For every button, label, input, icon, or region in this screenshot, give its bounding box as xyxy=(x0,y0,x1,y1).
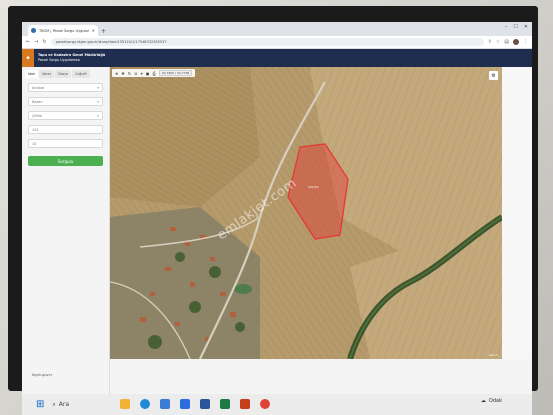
coordinate-readout: 29.7905 / 32.7766 xyxy=(158,70,193,76)
parcel-label: 101/10 xyxy=(308,185,319,189)
word-icon[interactable] xyxy=(200,399,210,409)
close-window-icon[interactable]: ✕ xyxy=(524,24,528,30)
bookmark-star-icon[interactable]: ☆ xyxy=(496,39,500,45)
chevron-down-icon: ▾ xyxy=(97,113,99,118)
block-number-value: 101 xyxy=(32,127,39,132)
map-toolbar: ⊕ ✥ ↻ ⊘ ⌖ ▣ ⎙ 29.7905 / 32.7766 xyxy=(112,69,196,77)
photo-background: TKGM | Parsel Sorgu Uygulama... ✕ + – ☐ … xyxy=(0,0,553,415)
satellite-imagery xyxy=(110,67,502,359)
map-scale: 100 m xyxy=(488,353,498,357)
pan-icon[interactable]: ✥ xyxy=(121,71,124,76)
app-title: Tapu ve Kadastro Genel Müdürlüğü Parsel … xyxy=(38,53,105,63)
tab-adres[interactable]: Adres xyxy=(39,70,55,78)
excel-icon[interactable] xyxy=(220,399,230,409)
new-tab-button[interactable]: + xyxy=(101,28,106,35)
taskbar-search[interactable]: ⌕ Ara xyxy=(52,401,69,409)
address-bar: ← → ↻ parselsorgu.tkgm.gov.tr/#ara/idari… xyxy=(22,36,532,49)
neighborhood-value: Çiftlik xyxy=(32,113,42,118)
app-header: ⬥ Tapu ve Kadastro Genel Müdürlüğü Parse… xyxy=(22,49,532,67)
window-controls: – ☐ ✕ xyxy=(505,24,528,30)
below-map-area xyxy=(110,359,532,394)
windows-start-icon[interactable]: ⊞ xyxy=(36,399,44,410)
district-select[interactable]: Kazan ▾ xyxy=(28,97,103,106)
powerpoint-icon[interactable] xyxy=(240,399,250,409)
edge-icon[interactable] xyxy=(140,399,150,409)
extensions-icon[interactable]: ▤ xyxy=(504,39,509,45)
weather-label: Odak xyxy=(488,398,502,404)
locate-icon[interactable]: ⌖ xyxy=(140,71,142,76)
district-value: Kazan xyxy=(32,99,43,104)
chrome-icon[interactable] xyxy=(260,399,270,409)
store-icon[interactable] xyxy=(160,399,170,409)
clear-icon[interactable]: ⊘ xyxy=(134,71,137,76)
browser-tab[interactable]: TKGM | Parsel Sorgu Uygulama... ✕ xyxy=(28,25,98,36)
reload-icon[interactable]: ↻ xyxy=(42,39,46,45)
close-tab-icon[interactable]: ✕ xyxy=(92,28,95,33)
province-value: Ankara xyxy=(32,85,45,90)
province-select[interactable]: Ankara ▾ xyxy=(28,83,103,92)
parcel-number-value: 10 xyxy=(32,141,37,146)
weather-icon: ☁ xyxy=(480,398,486,404)
neighborhood-select[interactable]: Çiftlik ▾ xyxy=(28,111,103,120)
zoom-in-icon[interactable]: ⊕ xyxy=(115,71,118,76)
refresh-icon[interactable]: ↻ xyxy=(128,71,131,76)
gear-icon[interactable]: ⚙ xyxy=(489,71,498,80)
screen: TKGM | Parsel Sorgu Uygulama... ✕ + – ☐ … xyxy=(22,22,532,394)
windows-taskbar: ⊞ ⌕ Ara ☁ Odak xyxy=(22,394,532,415)
forward-icon[interactable]: → xyxy=(34,39,38,45)
back-icon[interactable]: ← xyxy=(26,39,30,45)
sidebar-tabs: İdari Adres Dosya Coğrafi xyxy=(22,67,109,78)
layers-icon[interactable]: ▣ xyxy=(146,71,150,76)
header-line2: Parsel Sorgu Uygulaması xyxy=(38,58,81,62)
tab-bar: TKGM | Parsel Sorgu Uygulama... ✕ + – ☐ … xyxy=(22,22,532,36)
satellite-map[interactable]: 101/10 emlakjet.com ⊕ ✥ ↻ ⊘ ⌖ ▣ ⎙ 29.790… xyxy=(110,67,502,359)
print-icon[interactable]: ⎙ xyxy=(152,71,155,76)
tab-cografi[interactable]: Coğrafi xyxy=(72,70,90,78)
taskbar-apps xyxy=(120,399,270,409)
menu-kebab-icon[interactable]: ⋮ xyxy=(523,39,528,45)
chevron-down-icon: ▾ xyxy=(97,85,99,90)
minimize-icon[interactable]: – xyxy=(505,24,508,30)
tab-dosya[interactable]: Dosya xyxy=(55,70,72,78)
profile-avatar[interactable] xyxy=(513,39,519,45)
share-icon[interactable]: ⇪ xyxy=(488,39,492,45)
file-explorer-icon[interactable] xyxy=(120,399,130,409)
mail-icon[interactable] xyxy=(180,399,190,409)
search-label: Ara xyxy=(58,401,70,408)
tkgm-logo-icon: ⬥ xyxy=(22,49,34,67)
tab-title: TKGM | Parsel Sorgu Uygulama... xyxy=(39,28,89,33)
chevron-down-icon: ▾ xyxy=(97,99,99,104)
pond xyxy=(234,284,252,294)
tab-idari[interactable]: İdari xyxy=(25,70,39,78)
parcel-number-input[interactable]: 10 xyxy=(28,139,103,148)
footer-link[interactable]: tkgm.gov.tr xyxy=(32,373,52,377)
tkgm-favicon-icon xyxy=(31,28,36,33)
search-icon: ⌕ xyxy=(52,400,56,408)
block-number-input[interactable]: 101 xyxy=(28,125,103,134)
query-sidebar: İdari Adres Dosya Coğrafi Ankara ▾ Kazan… xyxy=(22,67,110,394)
maximize-icon[interactable]: ☐ xyxy=(513,24,517,30)
taskbar-weather[interactable]: ☁ Odak xyxy=(481,398,502,404)
url-field[interactable]: parselsorgu.tkgm.gov.tr/#ara/idari/13512… xyxy=(50,38,484,46)
query-button[interactable]: Sorgula xyxy=(28,156,103,166)
